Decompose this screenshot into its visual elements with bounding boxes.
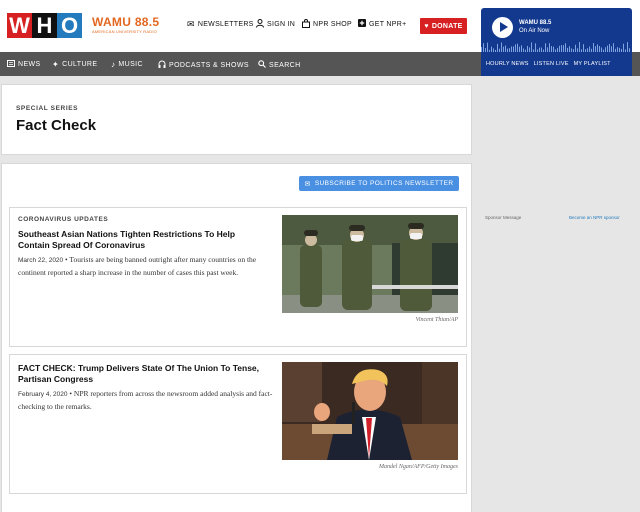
npr-logo-letter: H: [32, 13, 57, 38]
npr-logo[interactable]: W H O: [7, 13, 82, 38]
photo-credit: Mandel Ngan/AFP/Getty Images: [379, 464, 458, 470]
envelope-icon: ✉: [187, 19, 195, 29]
player-status: On Air Now: [519, 28, 550, 34]
series-header: SPECIAL SERIES Fact Check: [1, 84, 472, 155]
story-date: February 4, 2020: [18, 391, 68, 398]
story-list-card: ✉ SUBSCRIBE TO POLITICS NEWSLETTER CORON…: [1, 163, 472, 512]
newsletters-link[interactable]: ✉ NEWSLETTERS: [187, 19, 254, 30]
story-image[interactable]: [282, 215, 458, 313]
sponsor-label: Sponsor Message: [485, 215, 522, 220]
photo-credit: Vincent Thian/AP: [415, 317, 458, 323]
nav-item-label: SEARCH: [269, 61, 301, 69]
bag-icon: [302, 19, 310, 30]
subscribe-newsletter-button[interactable]: ✉ SUBSCRIBE TO POLITICS NEWSLETTER: [299, 176, 459, 191]
nav-item-news[interactable]: NEWS: [7, 60, 41, 69]
search-icon: [258, 60, 266, 70]
sign-in-link[interactable]: SIGN IN: [256, 19, 295, 30]
player-station-name: WAMU 88.5: [519, 20, 552, 26]
nav-item-label: NEWS: [18, 61, 41, 68]
story-title[interactable]: Southeast Asian Nations Tighten Restrict…: [18, 229, 268, 251]
envelope-icon: ✉: [304, 180, 311, 188]
hourly-news-link[interactable]: HOURLY NEWS: [486, 61, 529, 67]
get-npr-plus-link-label: GET NPR+: [369, 20, 407, 28]
nav-item-music[interactable]: ♪ MUSIC: [111, 60, 143, 69]
story-teaser: February 4, 2020 • NPR reporters from ac…: [18, 388, 273, 413]
npr-shop-link-label: NPR SHOP: [313, 21, 352, 28]
story-photo: [282, 362, 458, 460]
nav-item-culture[interactable]: ✦ CULTURE: [52, 60, 97, 69]
subscribe-newsletter-label: SUBSCRIBE TO POLITICS NEWSLETTER: [314, 180, 454, 187]
story-image[interactable]: [282, 362, 458, 460]
station-logo[interactable]: WAMU 88.5 AMERICAN UNIVERSITY RADIO: [92, 15, 160, 35]
become-sponsor-link[interactable]: Become an NPR sponsor: [569, 215, 620, 220]
story-teaser: March 22, 2020 • Tourists are being bann…: [18, 254, 273, 279]
page-title: Fact Check: [16, 117, 97, 134]
story-item: CORONAVIRUS UPDATES Southeast Asian Nati…: [9, 207, 467, 347]
my-playlist-link[interactable]: MY PLAYLIST: [574, 61, 611, 67]
station-logo-name: WAMU 88.5: [92, 15, 160, 29]
culture-icon: ✦: [52, 60, 60, 69]
story-title[interactable]: FACT CHECK: Trump Delivers State Of The …: [18, 363, 268, 385]
npr-logo-letter: O: [57, 13, 82, 38]
heart-icon: ♥: [424, 22, 429, 30]
listen-live-link[interactable]: LISTEN LIVE: [534, 61, 569, 67]
newsletters-link-label: NEWSLETTERS: [197, 21, 254, 28]
get-npr-plus-link[interactable]: GET NPR+: [358, 19, 406, 29]
series-label: SPECIAL SERIES: [16, 105, 79, 112]
nav-item-search[interactable]: SEARCH: [258, 60, 301, 70]
story-photo: [282, 215, 458, 313]
headphones-icon: [158, 60, 166, 70]
user-icon: [256, 19, 264, 30]
player-links: HOURLY NEWS LISTEN LIVE MY PLAYLIST: [481, 52, 632, 76]
play-icon[interactable]: [492, 17, 513, 38]
nav-item-label: CULTURE: [62, 61, 98, 68]
nav-item-label: PODCASTS & SHOWS: [169, 61, 249, 69]
audio-wave-icon: [481, 42, 630, 52]
station-logo-tagline: AMERICAN UNIVERSITY RADIO: [92, 29, 157, 34]
nav-item-podcasts[interactable]: PODCASTS & SHOWS: [158, 60, 249, 70]
sign-in-link-label: SIGN IN: [267, 21, 296, 28]
music-note-icon: ♪: [111, 60, 116, 69]
newspaper-icon: [7, 60, 15, 69]
npr-logo-letter: W: [7, 13, 32, 38]
story-slug[interactable]: CORONAVIRUS UPDATES: [18, 216, 108, 223]
story-item: FACT CHECK: Trump Delivers State Of The …: [9, 354, 467, 494]
live-player: WAMU 88.5 On Air Now: [481, 8, 632, 52]
nav-item-label: MUSIC: [118, 61, 143, 68]
plus-icon: [358, 19, 366, 29]
npr-shop-link[interactable]: NPR SHOP: [302, 19, 352, 30]
donate-button-label: DONATE: [431, 22, 463, 30]
story-date: March 22, 2020: [18, 257, 64, 264]
donate-button[interactable]: ♥ DONATE: [420, 18, 467, 34]
